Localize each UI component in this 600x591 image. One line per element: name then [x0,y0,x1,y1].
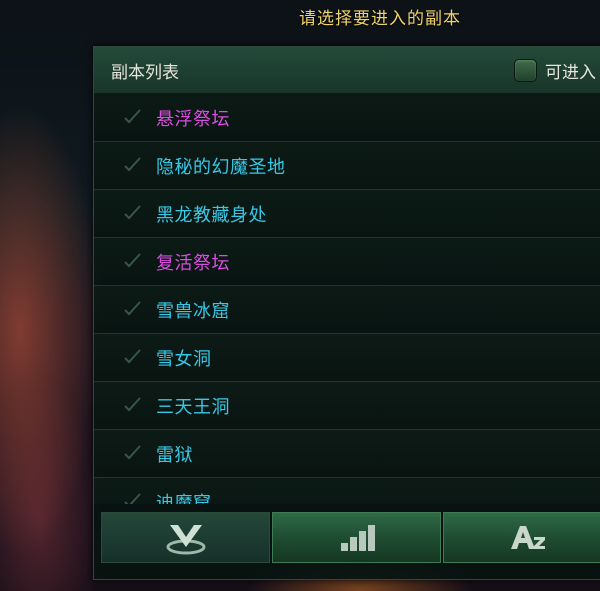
dungeon-name: 迪魔窟 [156,493,212,504]
checkmark-icon [124,397,141,412]
dungeon-name: 悬浮祭坛 [156,109,230,130]
enterable-filter[interactable]: 可进入 [514,58,596,83]
dungeon-row-4[interactable]: 雪兽冰窟 [94,286,600,334]
dungeon-row-2[interactable]: 黑龙教藏身处 [94,190,600,238]
dungeon-list[interactable]: 悬浮祭坛 隐秘的幻魔圣地 黑龙教藏身处 复活祭坛 雪兽冰窟 雪女洞 三天王洞 雷… [94,94,600,504]
panel-header: 副本列表 可进入 [94,47,600,94]
dungeon-name: 复活祭坛 [156,253,230,274]
dungeon-select-prompt: 请选择要进入的副本 [299,9,461,29]
checkmark-icon [124,205,141,220]
checkmark-icon [124,349,141,364]
dungeon-row-7[interactable]: 雷狱 [94,430,600,478]
sort-alphabetical-button[interactable] [443,512,600,563]
checkmark-icon [124,445,141,460]
dungeon-row-6[interactable]: 三天王洞 [94,382,600,430]
panel-title: 副本列表 [111,63,179,83]
dungeon-name: 雪兽冰窟 [156,301,230,322]
enterable-checkbox[interactable] [514,59,537,82]
checkmark-icon [124,157,141,172]
checkmark-icon [124,301,141,316]
checkmark-icon [124,493,141,504]
checkmark-icon [124,109,141,124]
dungeon-row-3[interactable]: 复活祭坛 [94,238,600,286]
dungeon-name: 黑龙教藏身处 [156,205,267,226]
sort-by-location-button[interactable] [101,512,270,563]
dungeon-row-8[interactable]: 迪魔窟 [94,478,600,504]
dungeon-row-1[interactable]: 隐秘的幻魔圣地 [94,142,600,190]
level-bars-icon [340,524,375,551]
sort-by-level-button[interactable] [272,512,441,563]
dungeon-name: 隐秘的幻魔圣地 [156,157,286,178]
dungeon-list-panel: 副本列表 可进入 悬浮祭坛 隐秘的幻魔圣地 黑龙教藏身处 复活祭坛 雪兽冰窟 雪… [93,46,600,580]
enterable-label: 可进入 [545,63,596,83]
dungeon-name: 三天王洞 [156,397,230,418]
checkmark-icon [124,253,141,268]
location-pin-icon [166,524,205,554]
dungeon-name: 雷狱 [156,445,193,466]
sort-toolbar [101,512,600,563]
alphabetical-sort-icon [510,525,545,549]
dungeon-name: 雪女洞 [156,349,212,370]
dungeon-row-0[interactable]: 悬浮祭坛 [94,94,600,142]
dungeon-row-5[interactable]: 雪女洞 [94,334,600,382]
